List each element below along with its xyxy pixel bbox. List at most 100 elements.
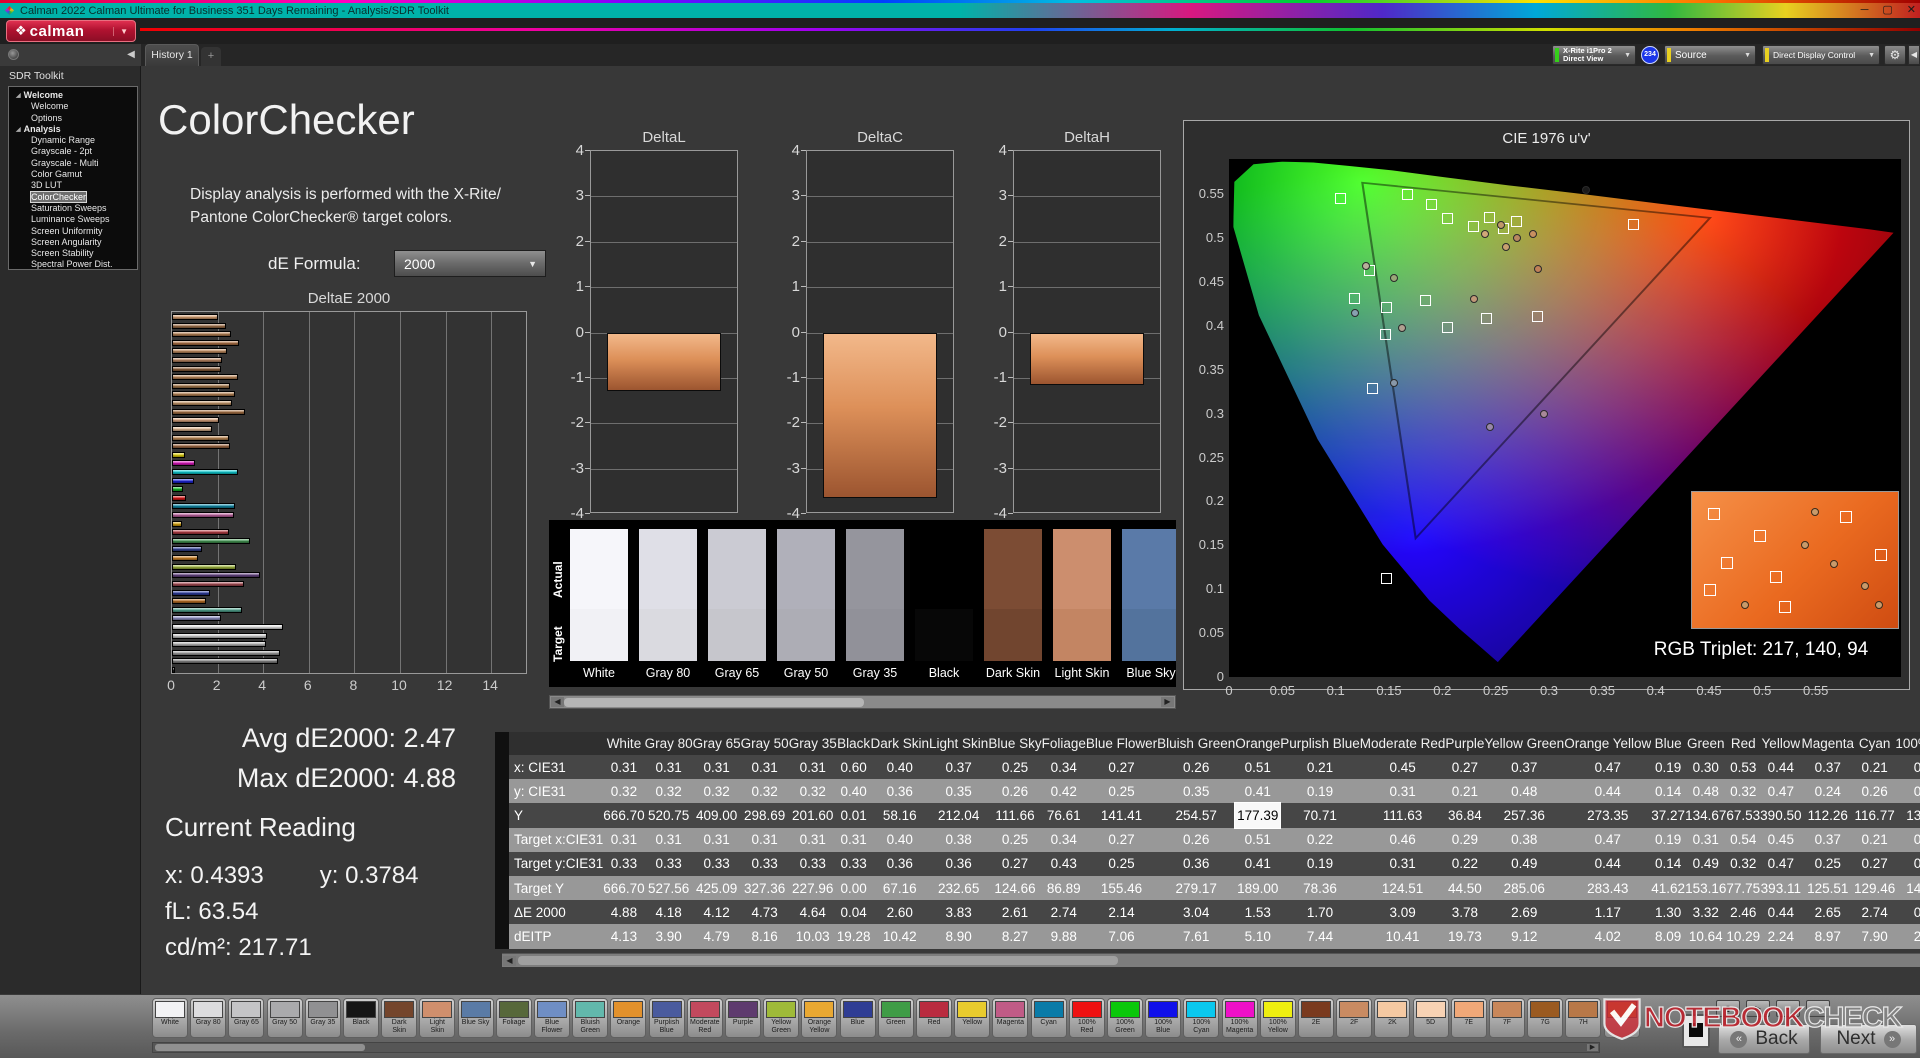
swatch-scrollbar[interactable]: ◀ ▶ <box>549 695 1176 709</box>
table-cell[interactable]: 0.31 <box>788 827 837 852</box>
table-cell[interactable]: 76.61 <box>1041 803 1086 828</box>
table-cell[interactable]: 9.12 <box>1484 924 1565 949</box>
palette-tile-blue[interactable]: Blue <box>839 998 876 1038</box>
table-cell[interactable]: 0.61 <box>1895 900 1920 925</box>
table-cell[interactable]: 0.26 <box>988 779 1042 804</box>
table-cell[interactable]: 201.60 <box>788 803 837 828</box>
table-cell[interactable]: 3.32 <box>1685 900 1727 925</box>
table-cell[interactable]: 1.70 <box>1280 900 1360 925</box>
display-control-button[interactable]: Direct Display Control ▼ <box>1762 45 1880 65</box>
table-cell[interactable]: 3.90 <box>644 924 693 949</box>
table-cell[interactable]: 0.27 <box>1085 755 1158 780</box>
table-cell[interactable]: 7.06 <box>1085 924 1158 949</box>
palette-tile-magenta[interactable]: Magenta <box>992 998 1029 1038</box>
tree-expand-icon[interactable]: ◢ <box>16 93 21 99</box>
palette-tile-dark-skin[interactable]: Dark Skin <box>381 998 418 1038</box>
palette-tile-100-cyan[interactable]: 100% Cyan <box>1183 998 1220 1038</box>
table-cell[interactable]: 7.61 <box>1157 924 1236 949</box>
table-cell[interactable]: 10.41 <box>1359 924 1446 949</box>
sidebar-item-options[interactable]: Options <box>9 113 137 124</box>
palette-tile-100-blue[interactable]: 100% Blue <box>1145 998 1182 1038</box>
table-cell[interactable]: 2.69 <box>1484 900 1565 925</box>
table-cell[interactable]: 227.96 <box>788 875 837 901</box>
table-cell[interactable]: 0.25 <box>988 827 1042 852</box>
palette-tile-2k[interactable]: 2K <box>1374 998 1411 1038</box>
transport-button[interactable]: ▪ <box>1776 1000 1800 1017</box>
table-cell[interactable]: 134.67 <box>1685 803 1727 828</box>
scrollbar-thumb[interactable] <box>564 698 864 707</box>
table-cell[interactable]: 4.64 <box>788 900 837 925</box>
tab-history-1[interactable]: History 1 <box>145 44 199 66</box>
table-cell[interactable]: 3.04 <box>1157 900 1236 925</box>
table-cell[interactable]: 527.56 <box>644 875 693 901</box>
table-cell[interactable]: 0.27 <box>988 851 1042 876</box>
table-cell[interactable]: 283.43 <box>1564 875 1652 901</box>
sidebar-item-welcome[interactable]: Welcome <box>9 101 137 112</box>
palette-tile-2f[interactable]: 2F <box>1336 998 1373 1038</box>
table-cell[interactable]: 111.63 <box>1359 803 1446 828</box>
table-cell[interactable]: 0.25 <box>1085 779 1158 804</box>
table-cell[interactable]: 0.47 <box>1760 851 1802 876</box>
table-cell[interactable]: 0.31 <box>644 755 693 780</box>
table-cell[interactable]: 0.31 <box>644 827 693 852</box>
table-cell[interactable]: 393.11 <box>1760 875 1802 901</box>
patch-swatch-gray-35[interactable]: Gray 35 <box>846 529 904 680</box>
table-cell[interactable]: 0.35 <box>929 779 989 804</box>
table-cell[interactable]: 0.32 <box>692 779 741 804</box>
table-cell[interactable]: 138.01 <box>1895 803 1920 828</box>
table-cell[interactable]: 273.35 <box>1564 803 1652 828</box>
table-cell[interactable]: 7.44 <box>1280 924 1360 949</box>
table-cell[interactable]: 19.28 <box>836 924 871 949</box>
patch-swatch-gray-80[interactable]: Gray 80 <box>639 529 697 680</box>
table-cell[interactable]: 78.36 <box>1280 875 1360 901</box>
table-cell[interactable]: 124.51 <box>1359 875 1446 901</box>
palette-tile-7e[interactable]: 7E <box>1450 998 1487 1038</box>
table-cell[interactable]: 0.31 <box>603 755 645 780</box>
table-cell[interactable]: 0.32 <box>1726 779 1761 804</box>
table-cell[interactable]: 1.53 <box>1235 900 1281 925</box>
scroll-right-icon[interactable]: ▶ <box>1161 697 1174 707</box>
table-cell[interactable]: 0.32 <box>644 779 693 804</box>
close-icon[interactable]: ✕ <box>1907 3 1916 18</box>
table-cell[interactable]: 0.01 <box>836 803 871 828</box>
palette-tile-foliage[interactable]: Foliage <box>495 998 532 1038</box>
palette-tile-blue-sky[interactable]: Blue Sky <box>457 998 494 1038</box>
table-cell[interactable]: 0.38 <box>929 827 989 852</box>
table-cell[interactable]: 0.31 <box>1359 779 1446 804</box>
table-cell[interactable]: 0.27 <box>1854 851 1896 876</box>
table-cell[interactable]: 390.50 <box>1760 803 1802 828</box>
table-cell[interactable]: 1.30 <box>1651 900 1686 925</box>
table-cell[interactable]: 254.57 <box>1157 803 1236 828</box>
table-cell[interactable]: 0.49 <box>1484 851 1565 876</box>
table-cell[interactable]: 0.44 <box>1760 755 1802 780</box>
table-cell[interactable]: 0.41 <box>1235 779 1281 804</box>
table-cell[interactable]: 666.70 <box>603 875 645 901</box>
table-cell[interactable]: 10.29 <box>1726 924 1761 949</box>
table-cell[interactable]: 0.51 <box>1235 755 1281 780</box>
palette-tile-white[interactable]: White <box>152 998 188 1038</box>
table-cell[interactable]: 0.45 <box>1359 755 1446 780</box>
palette-tile-purple[interactable]: Purple <box>725 998 761 1038</box>
meter-select-button[interactable]: X-Rite i1Pro 2 Direct View ▼ <box>1552 45 1636 65</box>
palette-tile-gray-35[interactable]: Gray 35 <box>304 998 341 1038</box>
table-cell[interactable]: 41.62 <box>1651 875 1686 901</box>
scroll-left-icon[interactable]: ◀ <box>551 697 564 707</box>
palette-tile-gray-65[interactable]: Gray 65 <box>228 998 265 1038</box>
table-cell[interactable]: 2.61 <box>988 900 1042 925</box>
table-cell[interactable]: 4.13 <box>603 924 645 949</box>
table-cell[interactable]: 0.40 <box>870 755 930 780</box>
table-cell[interactable]: 0.44 <box>1760 900 1802 925</box>
table-cell[interactable]: 4.79 <box>692 924 741 949</box>
table-cell[interactable]: 257.36 <box>1484 803 1565 828</box>
sidebar-item-dynamic-range[interactable]: Dynamic Range <box>9 135 137 146</box>
gear-icon[interactable]: ⚙ <box>1884 45 1906 65</box>
table-cell[interactable]: 520.75 <box>644 803 693 828</box>
pattern-window-button[interactable] <box>1682 1014 1710 1048</box>
table-cell[interactable]: 0.36 <box>929 851 989 876</box>
table-cell[interactable]: 0.31 <box>603 827 645 852</box>
table-cell[interactable]: 0.31 <box>1359 851 1446 876</box>
sidebar-item-analysis[interactable]: ◢ Analysis <box>9 124 137 135</box>
table-cell[interactable]: 86.89 <box>1041 875 1086 901</box>
palette-tile-black[interactable]: Black <box>343 998 379 1038</box>
table-cell[interactable]: 0.53 <box>1726 755 1761 780</box>
